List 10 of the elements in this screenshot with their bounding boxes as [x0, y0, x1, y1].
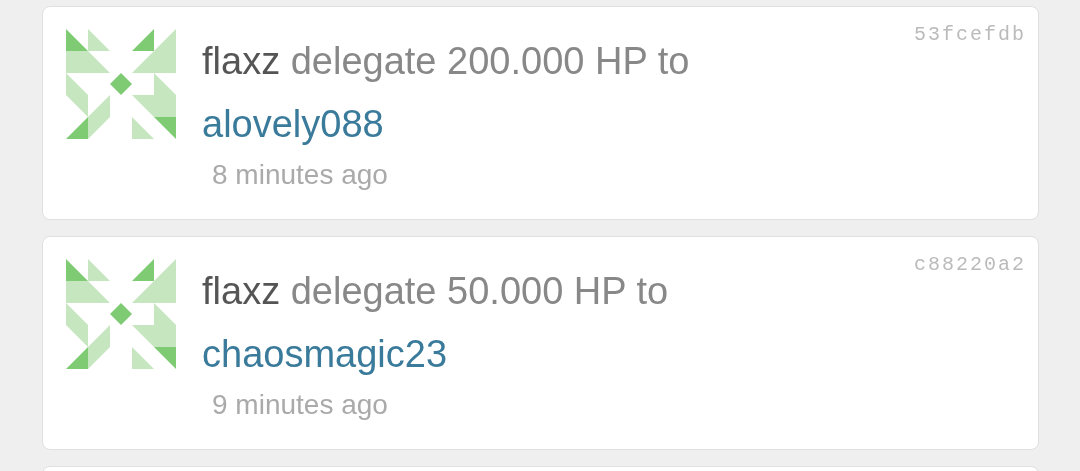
transaction-hash: 53fcefdb: [914, 23, 1026, 46]
avatar-icon: [66, 29, 176, 139]
account-link[interactable]: chaosmagic23: [202, 323, 448, 385]
avatar-icon: [66, 259, 176, 369]
operation-description: flaxz delegate 200.000 HP to: [202, 39, 690, 84]
timestamp: 9 minutes ago: [212, 388, 388, 422]
account-link[interactable]: alovely088: [202, 93, 384, 155]
timestamp: 8 minutes ago: [212, 158, 388, 192]
transaction-hash: c88220a2: [914, 253, 1026, 276]
operation-description: flaxz delegate 50.000 HP to: [202, 269, 669, 314]
